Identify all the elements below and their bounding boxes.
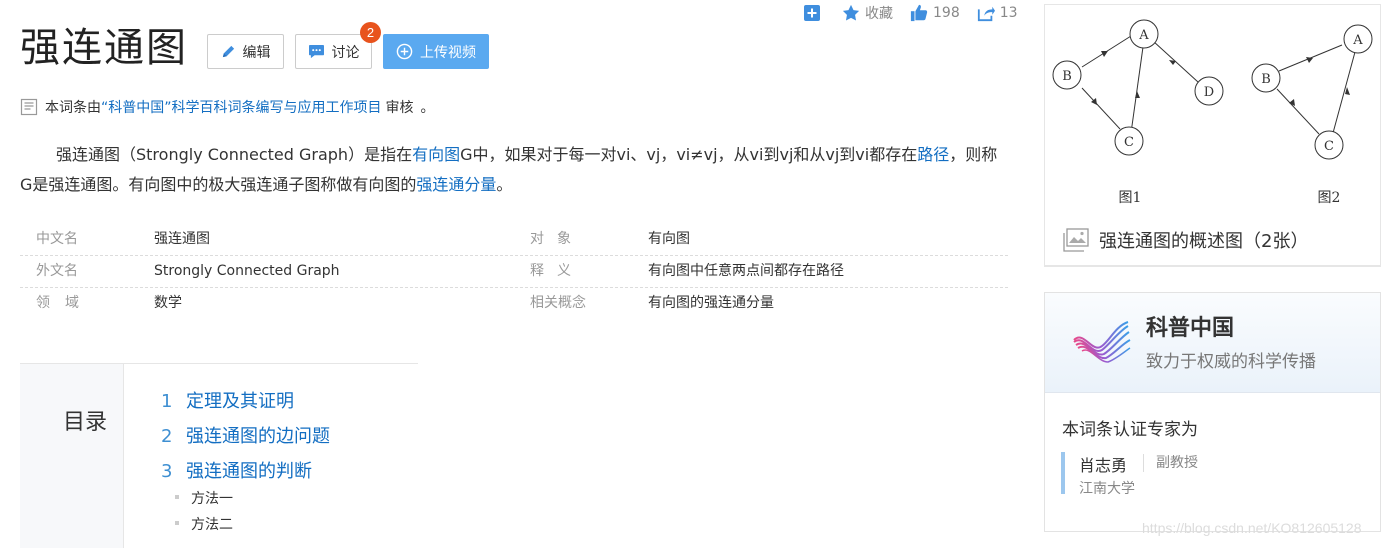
catalog-subitem-method-2[interactable]: 方法二 — [175, 514, 233, 534]
edit-button-label: 编辑 — [242, 44, 271, 61]
science-china-slogan: 致力于权威的科学传播 — [1146, 352, 1316, 372]
fig2-node-c: C — [1324, 139, 1334, 154]
catalog-title: 目录 — [63, 410, 108, 435]
favorite-label: 收藏 — [865, 6, 893, 22]
review-notice: 本词条由 “科普中国”科学百科词条编写与应用工作项目 审核 。 — [20, 97, 435, 117]
plus-circle-icon — [396, 43, 413, 60]
info-value: 有向图 — [648, 231, 690, 247]
watermark-text: https://blog.csdn.net/KO812605128 — [1142, 520, 1362, 536]
basic-info-table: 中文名 强连通图 对象 有向图 外文名 Strongly Connected G… — [20, 224, 1008, 320]
favorite-button[interactable]: 收藏 — [842, 3, 893, 23]
info-value: 数学 — [154, 295, 182, 311]
intro-text-2: G中，如果对于每一对vi、vj，vi≠vj，从vi到vj和从vj到vi都存在 — [460, 145, 918, 164]
pencil-icon — [222, 45, 234, 58]
bullet-icon — [175, 495, 179, 499]
info-key: 释义 — [530, 263, 584, 279]
review-project-link[interactable]: “科普中国”科学百科词条编写与应用工作项目 — [101, 97, 382, 117]
link-scc[interactable]: 强连通分量 — [416, 175, 496, 194]
catalog-item-label: 强连通图的判断 — [186, 461, 312, 482]
catalog-item-label: 强连通图的边问题 — [186, 426, 330, 447]
info-value: Strongly Connected Graph — [154, 263, 340, 279]
intro-text-1: 强连通图（Strongly Connected Graph）是指在 — [56, 145, 413, 164]
info-value: 强连通图 — [154, 231, 210, 247]
fig2-node-b: B — [1261, 72, 1271, 87]
expert-organization: 江南大学 — [1079, 481, 1135, 497]
intro-text-4: 。 — [496, 175, 513, 194]
fig1-node-b: B — [1062, 69, 1072, 84]
graph-figures-image[interactable]: A B C D 图1 A B C 图2 — [1045, 5, 1380, 215]
fig1-node-a: A — [1138, 28, 1149, 43]
info-key: 外文名 — [36, 263, 78, 279]
info-row: 领域 数学 相关概念 有向图的强连通分量 — [20, 288, 1008, 320]
info-row: 中文名 强连通图 对象 有向图 — [20, 224, 1008, 256]
catalog-item-judgement[interactable]: 3 强连通图的判断 — [161, 457, 312, 483]
image-caption-label: 强连通图的概述图（2张） — [1099, 231, 1309, 252]
share-count: 13 — [999, 5, 1018, 21]
page-title: 强连通图 — [20, 25, 188, 71]
fig1-node-c: C — [1124, 135, 1134, 150]
link-path[interactable]: 路径 — [917, 145, 949, 164]
discussion-count-badge: 2 — [360, 22, 381, 43]
catalog-item-number: 1 — [161, 391, 173, 412]
thumbs-up-icon — [910, 4, 928, 22]
info-key: 对象 — [530, 231, 584, 247]
info-key: 领域 — [36, 295, 94, 311]
discuss-button[interactable]: 讨论 — [295, 34, 372, 69]
info-row: 外文名 Strongly Connected Graph 释义 有向图中任意两点… — [20, 256, 1008, 288]
expert-name[interactable]: 肖志勇 — [1079, 452, 1127, 476]
chat-bubble-icon — [308, 44, 324, 59]
review-prefix: 本词条由 — [45, 100, 101, 116]
catalog-item-number: 2 — [161, 426, 173, 447]
catalog-item-label: 定理及其证明 — [186, 391, 294, 412]
fig2-node-a: A — [1352, 33, 1363, 48]
fig2-caption: 图2 — [1318, 190, 1341, 206]
stats-bar: 收藏 198 13 — [804, 2, 1018, 24]
like-button[interactable]: 198 — [910, 4, 960, 22]
catalog-item-number: 3 — [161, 461, 173, 482]
review-mark: 。 — [420, 100, 435, 116]
info-value: 有向图的强连通分量 — [648, 295, 774, 311]
star-icon — [842, 4, 860, 21]
discuss-button-label: 讨论 — [331, 44, 360, 61]
add-entry-button[interactable] — [804, 5, 825, 21]
gallery-icon — [1063, 228, 1089, 252]
upload-video-button[interactable]: 上传视频 — [383, 34, 489, 69]
share-button[interactable]: 13 — [977, 4, 1018, 22]
science-china-logo — [1073, 321, 1131, 363]
image-card-caption[interactable]: 强连通图的概述图（2张） — [1063, 227, 1308, 253]
catalog-sidebar — [20, 364, 124, 548]
document-icon — [20, 98, 38, 116]
info-key: 相关概念 — [530, 295, 586, 311]
expert-accent-bar — [1061, 452, 1065, 494]
catalog-item-edge-problem[interactable]: 2 强连通图的边问题 — [161, 422, 330, 448]
certified-expert-label: 本词条认证专家为 — [1062, 420, 1198, 440]
intro-paragraph: 强连通图（Strongly Connected Graph）是指在有向图G中，如… — [20, 140, 1000, 200]
catalog-subitem-label: 方法二 — [191, 517, 233, 533]
fig1-node-d: D — [1204, 85, 1214, 100]
edit-button[interactable]: 编辑 — [207, 34, 284, 69]
science-china-brand: 科普中国 — [1146, 316, 1235, 341]
link-directed-graph[interactable]: 有向图 — [412, 145, 460, 164]
catalog-subitem-label: 方法一 — [191, 491, 233, 507]
expert-title: 副教授 — [1143, 454, 1198, 472]
upload-video-label: 上传视频 — [420, 44, 476, 61]
review-suffix: 审核 — [385, 100, 414, 116]
catalog-item-theorem[interactable]: 1 定理及其证明 — [161, 387, 294, 413]
fig1-caption: 图1 — [1119, 190, 1142, 206]
plus-square-icon — [804, 5, 820, 21]
catalog-subitem-method-1[interactable]: 方法一 — [175, 488, 233, 508]
info-value: 有向图中任意两点间都存在路径 — [648, 263, 844, 279]
figure-1-graph — [1052, 19, 1224, 156]
share-icon — [977, 6, 995, 22]
bullet-icon — [175, 521, 179, 525]
info-key: 中文名 — [36, 231, 78, 247]
like-count: 198 — [933, 5, 960, 21]
